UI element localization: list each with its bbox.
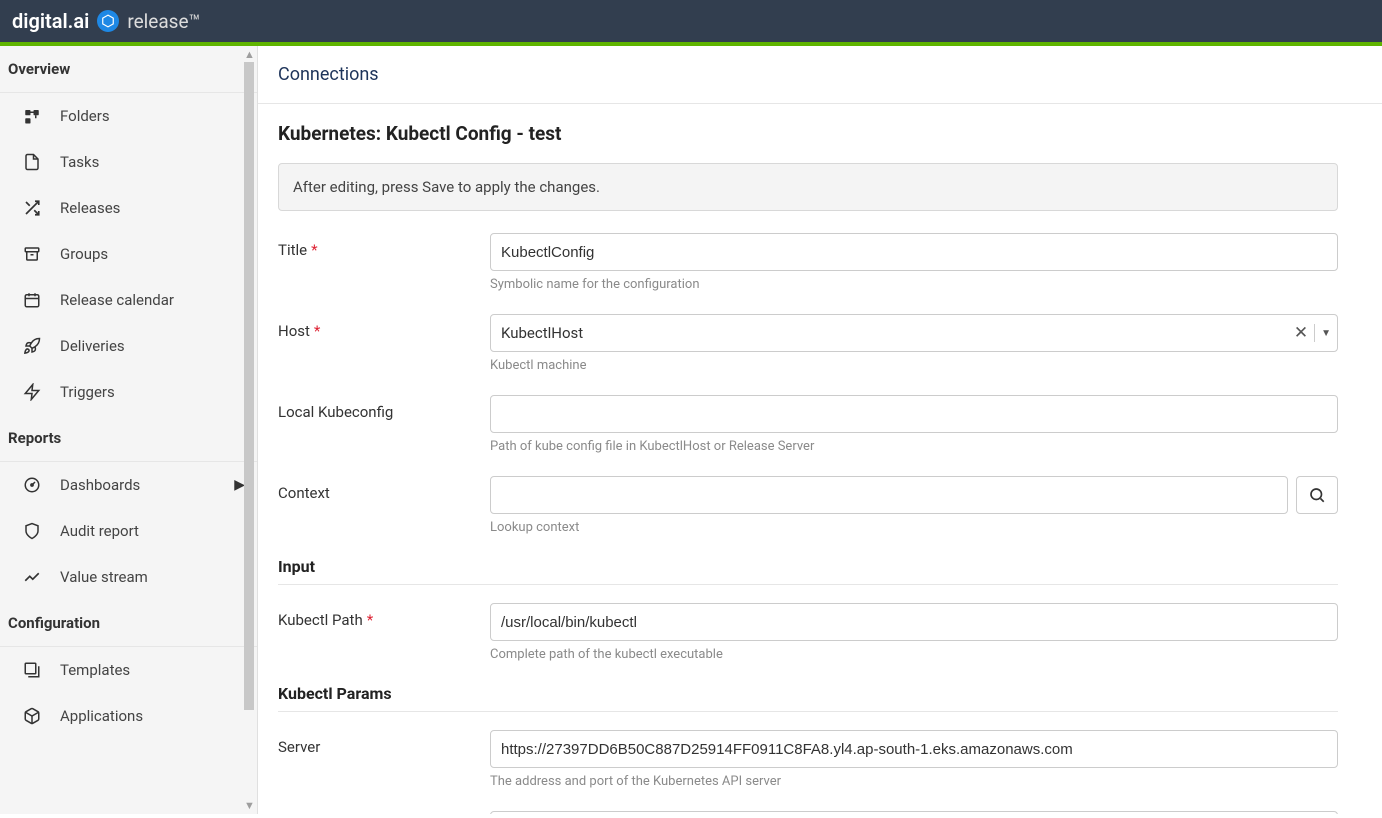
sidebar-section-configuration: Configuration (0, 600, 257, 647)
local-kubeconfig-help: Path of kube config file in KubectlHost … (490, 439, 1338, 454)
title-input[interactable] (490, 233, 1338, 271)
sidebar-item-folders[interactable]: Folders (0, 93, 257, 139)
host-select-value: KubectlHost (501, 324, 583, 342)
sidebar-item-value-stream[interactable]: Value stream (0, 554, 257, 600)
sidebar-scrollbar[interactable]: ▲ ▼ (241, 46, 257, 814)
calendar-icon (22, 291, 42, 309)
brand-logo: digital.ai release™ (12, 9, 200, 33)
chevron-down-icon[interactable]: ▼ (1321, 328, 1331, 339)
gauge-icon (22, 476, 42, 494)
sidebar-item-groups[interactable]: Groups (0, 231, 257, 277)
sidebar: Overview Folders Tasks Releases (0, 46, 258, 814)
kubectl-path-label: Kubectl Path* (278, 603, 490, 629)
certificate-authority-input[interactable] (490, 811, 1338, 814)
sidebar-item-dashboards[interactable]: Dashboards ▶ (0, 462, 257, 508)
clear-icon[interactable]: ✕ (1294, 323, 1308, 343)
sidebar-item-label: Release calendar (60, 291, 174, 309)
sidebar-item-templates[interactable]: Templates (0, 647, 257, 693)
shuffle-icon (22, 199, 42, 217)
shield-icon (22, 522, 42, 540)
scroll-down-icon[interactable]: ▼ (244, 799, 255, 812)
host-select[interactable]: KubectlHost ✕ ▼ (490, 314, 1338, 352)
archive-icon (22, 245, 42, 263)
bolt-icon (22, 383, 42, 401)
sidebar-item-audit-report[interactable]: Audit report (0, 508, 257, 554)
section-input-heading: Input (278, 557, 1338, 585)
sidebar-item-release-calendar[interactable]: Release calendar (0, 277, 257, 323)
rocket-icon (22, 337, 42, 355)
breadcrumb[interactable]: Connections (258, 46, 1382, 104)
sidebar-item-label: Value stream (60, 568, 148, 586)
page-title: Kubernetes: Kubectl Config - test (278, 122, 1338, 145)
kubectl-path-input[interactable] (490, 603, 1338, 641)
local-kubeconfig-label: Local Kubeconfig (278, 395, 490, 421)
server-help: The address and port of the Kubernetes A… (490, 774, 1338, 789)
sidebar-item-label: Tasks (60, 153, 99, 171)
template-icon (22, 661, 42, 679)
local-kubeconfig-input[interactable] (490, 395, 1338, 433)
sidebar-section-reports: Reports (0, 415, 257, 462)
sidebar-item-label: Releases (60, 199, 120, 217)
context-search-button[interactable] (1296, 476, 1338, 514)
sidebar-item-label: Folders (60, 107, 110, 125)
top-header: digital.ai release™ (0, 0, 1382, 46)
search-icon (1308, 486, 1326, 504)
folders-icon (22, 107, 42, 125)
scroll-thumb[interactable] (244, 62, 254, 710)
hex-icon (97, 10, 119, 32)
kubectl-path-help: Complete path of the kubectl executable (490, 647, 1338, 662)
server-input[interactable] (490, 730, 1338, 768)
brand-primary: digital.ai (12, 9, 89, 33)
sidebar-item-releases[interactable]: Releases (0, 185, 257, 231)
sidebar-item-label: Dashboards (60, 476, 140, 494)
trend-icon (22, 568, 42, 586)
host-label: Host* (278, 314, 490, 340)
sidebar-item-label: Templates (60, 661, 130, 679)
document-icon (22, 153, 42, 171)
section-params-heading: Kubectl Params (278, 684, 1338, 712)
main-content: Connections Kubernetes: Kubectl Config -… (258, 46, 1382, 814)
sidebar-item-tasks[interactable]: Tasks (0, 139, 257, 185)
context-help: Lookup context (490, 520, 1338, 535)
sidebar-item-label: Applications (60, 707, 143, 725)
sidebar-item-label: Triggers (60, 383, 115, 401)
title-label: Title* (278, 233, 490, 259)
host-help: Kubectl machine (490, 358, 1338, 373)
certificate-authority-label: Certificate Authority (278, 811, 490, 814)
title-help: Symbolic name for the configuration (490, 277, 1338, 292)
sidebar-item-label: Audit report (60, 522, 139, 540)
scroll-up-icon[interactable]: ▲ (244, 48, 255, 61)
brand-secondary: release™ (127, 10, 200, 33)
cube-icon (22, 707, 42, 725)
sidebar-item-label: Groups (60, 245, 108, 263)
sidebar-section-overview: Overview (0, 46, 257, 93)
sidebar-item-deliveries[interactable]: Deliveries (0, 323, 257, 369)
info-message: After editing, press Save to apply the c… (278, 163, 1338, 211)
server-label: Server (278, 730, 490, 756)
context-input[interactable] (490, 476, 1288, 514)
context-label: Context (278, 476, 490, 502)
sidebar-item-label: Deliveries (60, 337, 125, 355)
sidebar-item-applications[interactable]: Applications (0, 693, 257, 739)
sidebar-item-triggers[interactable]: Triggers (0, 369, 257, 415)
